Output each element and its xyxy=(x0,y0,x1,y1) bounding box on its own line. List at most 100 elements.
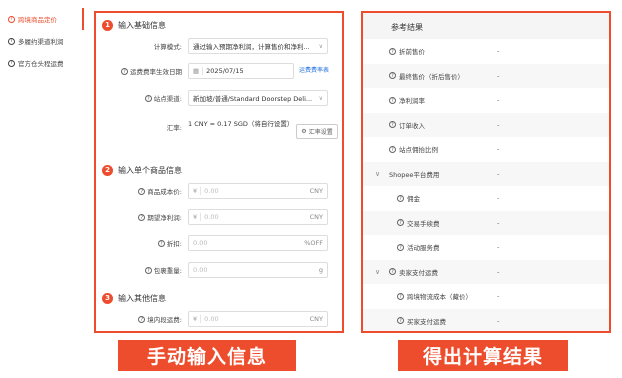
result-label: ? 交易手续费 xyxy=(397,218,440,228)
channel-value: 新加坡/普通/Standard Doorstep Deli... xyxy=(193,95,313,103)
weight-placeholder: 0.00 xyxy=(193,266,208,274)
nav-item-pricing[interactable]: ? 跨境商品定价 xyxy=(0,8,84,30)
help-icon[interactable]: ? xyxy=(389,72,396,80)
section-title: 输入基础信息 xyxy=(118,21,166,30)
mode-select[interactable]: 通过输入预期净利润，计算售价和净利... ∨ xyxy=(188,38,328,54)
weight-input[interactable]: 0.00 g xyxy=(188,262,328,278)
rate-value: 1 CNY = 0.17 SGD（将自行设置） xyxy=(188,120,294,128)
result-label: ? 卖家支付运费 xyxy=(389,267,438,277)
profit-label: ? 期望净利润: xyxy=(138,212,182,222)
date-picker[interactable]: ▦ 2025/07/15 xyxy=(188,63,294,79)
date-row: ? 运费费率生效日期 ▦ 2025/07/15 运费费率表 xyxy=(96,63,342,79)
discount-placeholder: 0.00 xyxy=(193,239,208,247)
mode-label: 计算模式: xyxy=(153,43,182,51)
result-row: ? 买家支付运费 - xyxy=(363,308,609,331)
help-icon: ? xyxy=(138,213,146,221)
result-label-text: 活动服务费 xyxy=(407,244,440,253)
discount-row: ? 折扣: 0.00 %OFF xyxy=(96,235,342,251)
result-label-text: Shopee平台费用 xyxy=(389,170,440,179)
discount-label: ? 折扣: xyxy=(157,238,182,248)
channel-select[interactable]: 新加坡/普通/Standard Doorstep Deli... ∨ xyxy=(188,90,328,106)
rate-settings-button[interactable]: ⚙ 汇率设置 xyxy=(296,124,338,139)
help-icon[interactable]: ? xyxy=(397,243,404,251)
help-icon: ? xyxy=(8,59,15,67)
step-number: 2 xyxy=(102,165,113,176)
profit-row: ? 期望净利润: ¥ 0.00 CNY xyxy=(96,209,342,225)
screenshot-root: ? 跨境商品定价 ? 多履约渠道利润 ? 官方仓头程运费 1 输入基础信息 计算… xyxy=(0,0,622,378)
result-value: - xyxy=(497,169,500,178)
result-row[interactable]: ∨? 卖家支付运费 - xyxy=(363,259,609,284)
channel-row: ? 站点渠道: 新加坡/普通/Standard Doorstep Deli... … xyxy=(96,90,342,106)
rate-row: 汇率: 1 CNY = 0.17 SGD（将自行设置） ⚙ 汇率设置 xyxy=(96,119,342,147)
result-value: - xyxy=(497,47,500,56)
help-icon: ? xyxy=(8,37,15,45)
help-icon[interactable]: ? xyxy=(397,317,404,325)
discount-input[interactable]: 0.00 %OFF xyxy=(188,235,328,251)
result-label-text: 折前售价 xyxy=(399,48,425,57)
result-value: - xyxy=(497,218,500,227)
result-row: ? 活动服务费 - xyxy=(363,235,609,260)
result-value: - xyxy=(497,243,500,252)
help-icon[interactable]: ? xyxy=(397,219,404,227)
result-row[interactable]: ∨ Shopee平台费用 - xyxy=(363,161,609,186)
help-icon[interactable]: ? xyxy=(389,96,396,104)
result-value: - xyxy=(497,145,500,154)
chevron-down-icon[interactable]: ∨ xyxy=(375,268,380,276)
help-icon[interactable]: ? xyxy=(389,145,396,153)
cost-label: ? 商品成本价: xyxy=(138,186,182,196)
result-value: - xyxy=(497,267,500,276)
result-label: Shopee平台费用 xyxy=(389,169,439,179)
result-value: - xyxy=(497,120,500,129)
result-label-text: 净利润率 xyxy=(399,97,425,106)
result-value: - xyxy=(497,96,500,105)
result-label-text: 订单收入 xyxy=(399,121,425,130)
chevron-down-icon: ∨ xyxy=(318,42,323,50)
help-icon[interactable]: ? xyxy=(389,47,396,55)
domestic-placeholder: 0.00 xyxy=(204,315,219,323)
result-label-text: 交易手续费 xyxy=(407,219,440,228)
rate-table-link[interactable]: 运费费率表 xyxy=(299,65,329,74)
result-value: - xyxy=(497,194,500,203)
result-label: ? 买家支付运费 xyxy=(397,316,446,326)
profit-input[interactable]: ¥ 0.00 CNY xyxy=(188,209,328,225)
help-icon[interactable]: ? xyxy=(389,121,396,129)
chevron-down-icon: ∨ xyxy=(318,94,323,102)
section-title: 输入单个商品信息 xyxy=(118,166,182,175)
mode-row: 计算模式: 通过输入预期净利润，计算售价和净利... ∨ xyxy=(96,38,342,54)
result-value: - xyxy=(497,292,500,301)
cost-row: ? 商品成本价: ¥ 0.00 CNY xyxy=(96,183,342,199)
section-basic: 1 输入基础信息 xyxy=(102,20,166,31)
result-title: 参考结果 xyxy=(363,13,609,39)
nav-item-firstleg[interactable]: ? 官方仓头程运费 xyxy=(0,52,84,74)
domestic-input[interactable]: ¥ 0.00 CNY xyxy=(188,311,328,327)
date-value: 2025/07/15 xyxy=(206,67,244,75)
result-label-text: 卖家支付运费 xyxy=(399,268,438,277)
caption-right: 得出计算结果 xyxy=(398,340,568,371)
nav-item-multichannel[interactable]: ? 多履约渠道利润 xyxy=(0,30,84,52)
currency-prefix: ¥ xyxy=(193,187,202,195)
result-row: ? 交易手续费 - xyxy=(363,210,609,235)
result-row: ? 佣金 - xyxy=(363,186,609,211)
nav-item-label: 跨境商品定价 xyxy=(18,16,57,24)
result-label-text: 跨境物流成本（藏价） xyxy=(407,293,472,302)
section-product: 2 输入单个商品信息 xyxy=(102,165,182,176)
currency-prefix: ¥ xyxy=(193,213,202,221)
result-row: ? 净利润率 - xyxy=(363,88,609,113)
result-label: ? 净利润率 xyxy=(389,95,425,105)
result-value: - xyxy=(497,71,500,80)
result-label: ? 订单收入 xyxy=(389,120,425,130)
help-icon[interactable]: ? xyxy=(397,292,404,300)
result-label: ? 佣金 xyxy=(397,193,420,203)
help-icon[interactable]: ? xyxy=(397,194,404,202)
help-icon: ? xyxy=(121,67,128,75)
domestic-row: ? 境内段运费: ¥ 0.00 CNY xyxy=(96,311,342,327)
date-label: ? 运费费率生效日期 xyxy=(121,66,182,76)
cost-input[interactable]: ¥ 0.00 CNY xyxy=(188,183,328,199)
weight-row: ? 包裹重量: 0.00 g xyxy=(96,262,342,278)
help-icon[interactable]: ? xyxy=(389,268,396,276)
mode-value: 通过输入预期净利润，计算售价和净利... xyxy=(193,43,310,51)
chevron-down-icon[interactable]: ∨ xyxy=(375,170,380,178)
nav-item-label: 多履约渠道利润 xyxy=(18,38,64,46)
result-label-text: 买家支付运费 xyxy=(407,317,446,326)
result-label: ? 跨境物流成本（藏价） xyxy=(397,291,472,301)
